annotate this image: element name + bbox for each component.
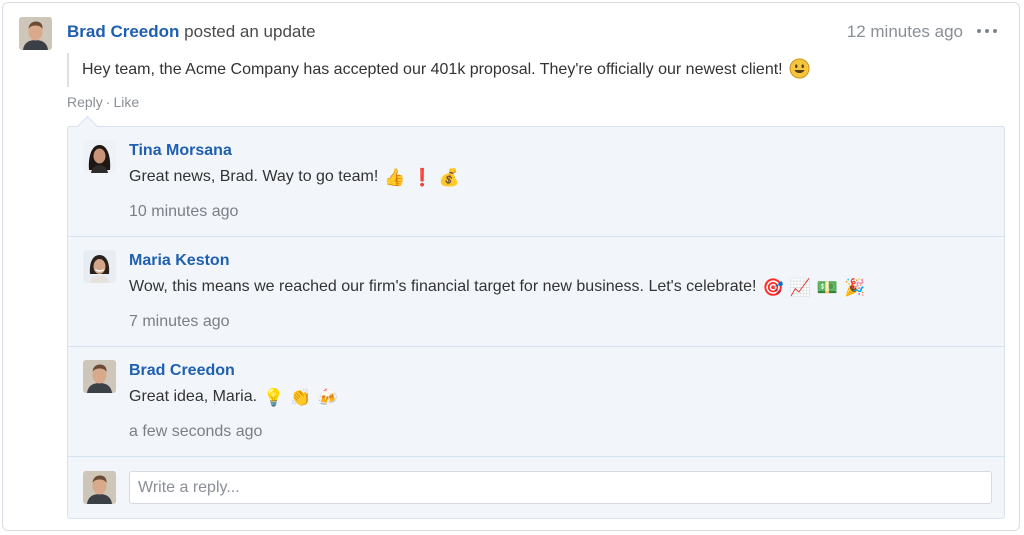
activity-card: Brad Creedon posted an update 12 minutes… bbox=[2, 2, 1020, 531]
comment-timestamp: a few seconds ago bbox=[129, 423, 263, 440]
reply-link[interactable]: Reply bbox=[67, 94, 103, 110]
reply-input[interactable] bbox=[129, 471, 992, 504]
comment-author-link[interactable]: Tina Morsana bbox=[129, 140, 232, 162]
comment-item: Maria Keston Wow, this means we reached … bbox=[68, 237, 1004, 347]
comments-thread: Tina Morsana Great news, Brad. Way to go… bbox=[67, 115, 1005, 519]
post-verb: posted an update bbox=[184, 22, 316, 41]
comment-text: Wow, this means we reached our firm's fi… bbox=[129, 275, 865, 299]
money-bag-icon: 💰 bbox=[438, 168, 460, 188]
chart-up-icon: 📈 bbox=[789, 278, 811, 298]
comment-timestamp: 7 minutes ago bbox=[129, 313, 230, 330]
action-separator: · bbox=[105, 94, 111, 110]
comment-item: Brad Creedon Great idea, Maria. 💡 👏 🍻 a few… bbox=[68, 347, 1004, 457]
like-link[interactable]: Like bbox=[113, 94, 139, 110]
post-body: Hey team, the Acme Company has accepted … bbox=[67, 53, 810, 87]
brad-creedon-avatar[interactable] bbox=[83, 360, 116, 393]
current-user-avatar bbox=[83, 471, 116, 504]
comment-author-link[interactable]: Maria Keston bbox=[129, 250, 229, 272]
post-header: Brad Creedon posted an update bbox=[67, 21, 316, 43]
post-author-link[interactable]: Brad Creedon bbox=[67, 22, 179, 41]
comment-timestamp: 10 minutes ago bbox=[129, 203, 239, 220]
post-timestamp: 12 minutes ago bbox=[846, 22, 963, 41]
tina-morsana-avatar[interactable] bbox=[83, 140, 116, 173]
clapping-hands-icon: 👏 bbox=[290, 388, 312, 408]
comment-body: Great news, Brad. Way to go team! bbox=[129, 168, 379, 185]
comment-body: Great idea, Maria. bbox=[129, 388, 258, 405]
smile-emoji-icon bbox=[789, 58, 810, 79]
thumbs-up-icon: 👍 bbox=[384, 168, 406, 188]
more-options-button[interactable] bbox=[975, 17, 1001, 43]
beer-mugs-icon: 🍻 bbox=[317, 388, 339, 408]
dot-icon bbox=[985, 29, 989, 33]
dot-icon bbox=[993, 29, 997, 33]
reply-composer bbox=[68, 457, 1004, 519]
light-bulb-icon: 💡 bbox=[263, 388, 285, 408]
post-body-text: Hey team, the Acme Company has accepted … bbox=[82, 61, 783, 78]
exclamation-icon: ❗ bbox=[411, 168, 433, 188]
party-popper-icon: 🎉 bbox=[843, 278, 866, 298]
comment-author-link[interactable]: Brad Creedon bbox=[129, 360, 235, 382]
dot-icon bbox=[977, 29, 981, 33]
brad-creedon-avatar[interactable] bbox=[19, 17, 52, 50]
post-actions: Reply · Like bbox=[67, 94, 139, 110]
maria-keston-avatar[interactable] bbox=[83, 250, 116, 283]
comment-text: Great idea, Maria. 💡 👏 🍻 bbox=[129, 385, 339, 409]
comment-body: Wow, this means we reached our firm's fi… bbox=[129, 278, 757, 295]
comment-item: Tina Morsana Great news, Brad. Way to go… bbox=[68, 127, 1004, 237]
dollar-bill-icon: 💵 bbox=[816, 278, 838, 298]
comment-text: Great news, Brad. Way to go team! 👍 ❗ 💰 bbox=[129, 165, 460, 189]
target-icon: 🎯 bbox=[762, 278, 784, 298]
